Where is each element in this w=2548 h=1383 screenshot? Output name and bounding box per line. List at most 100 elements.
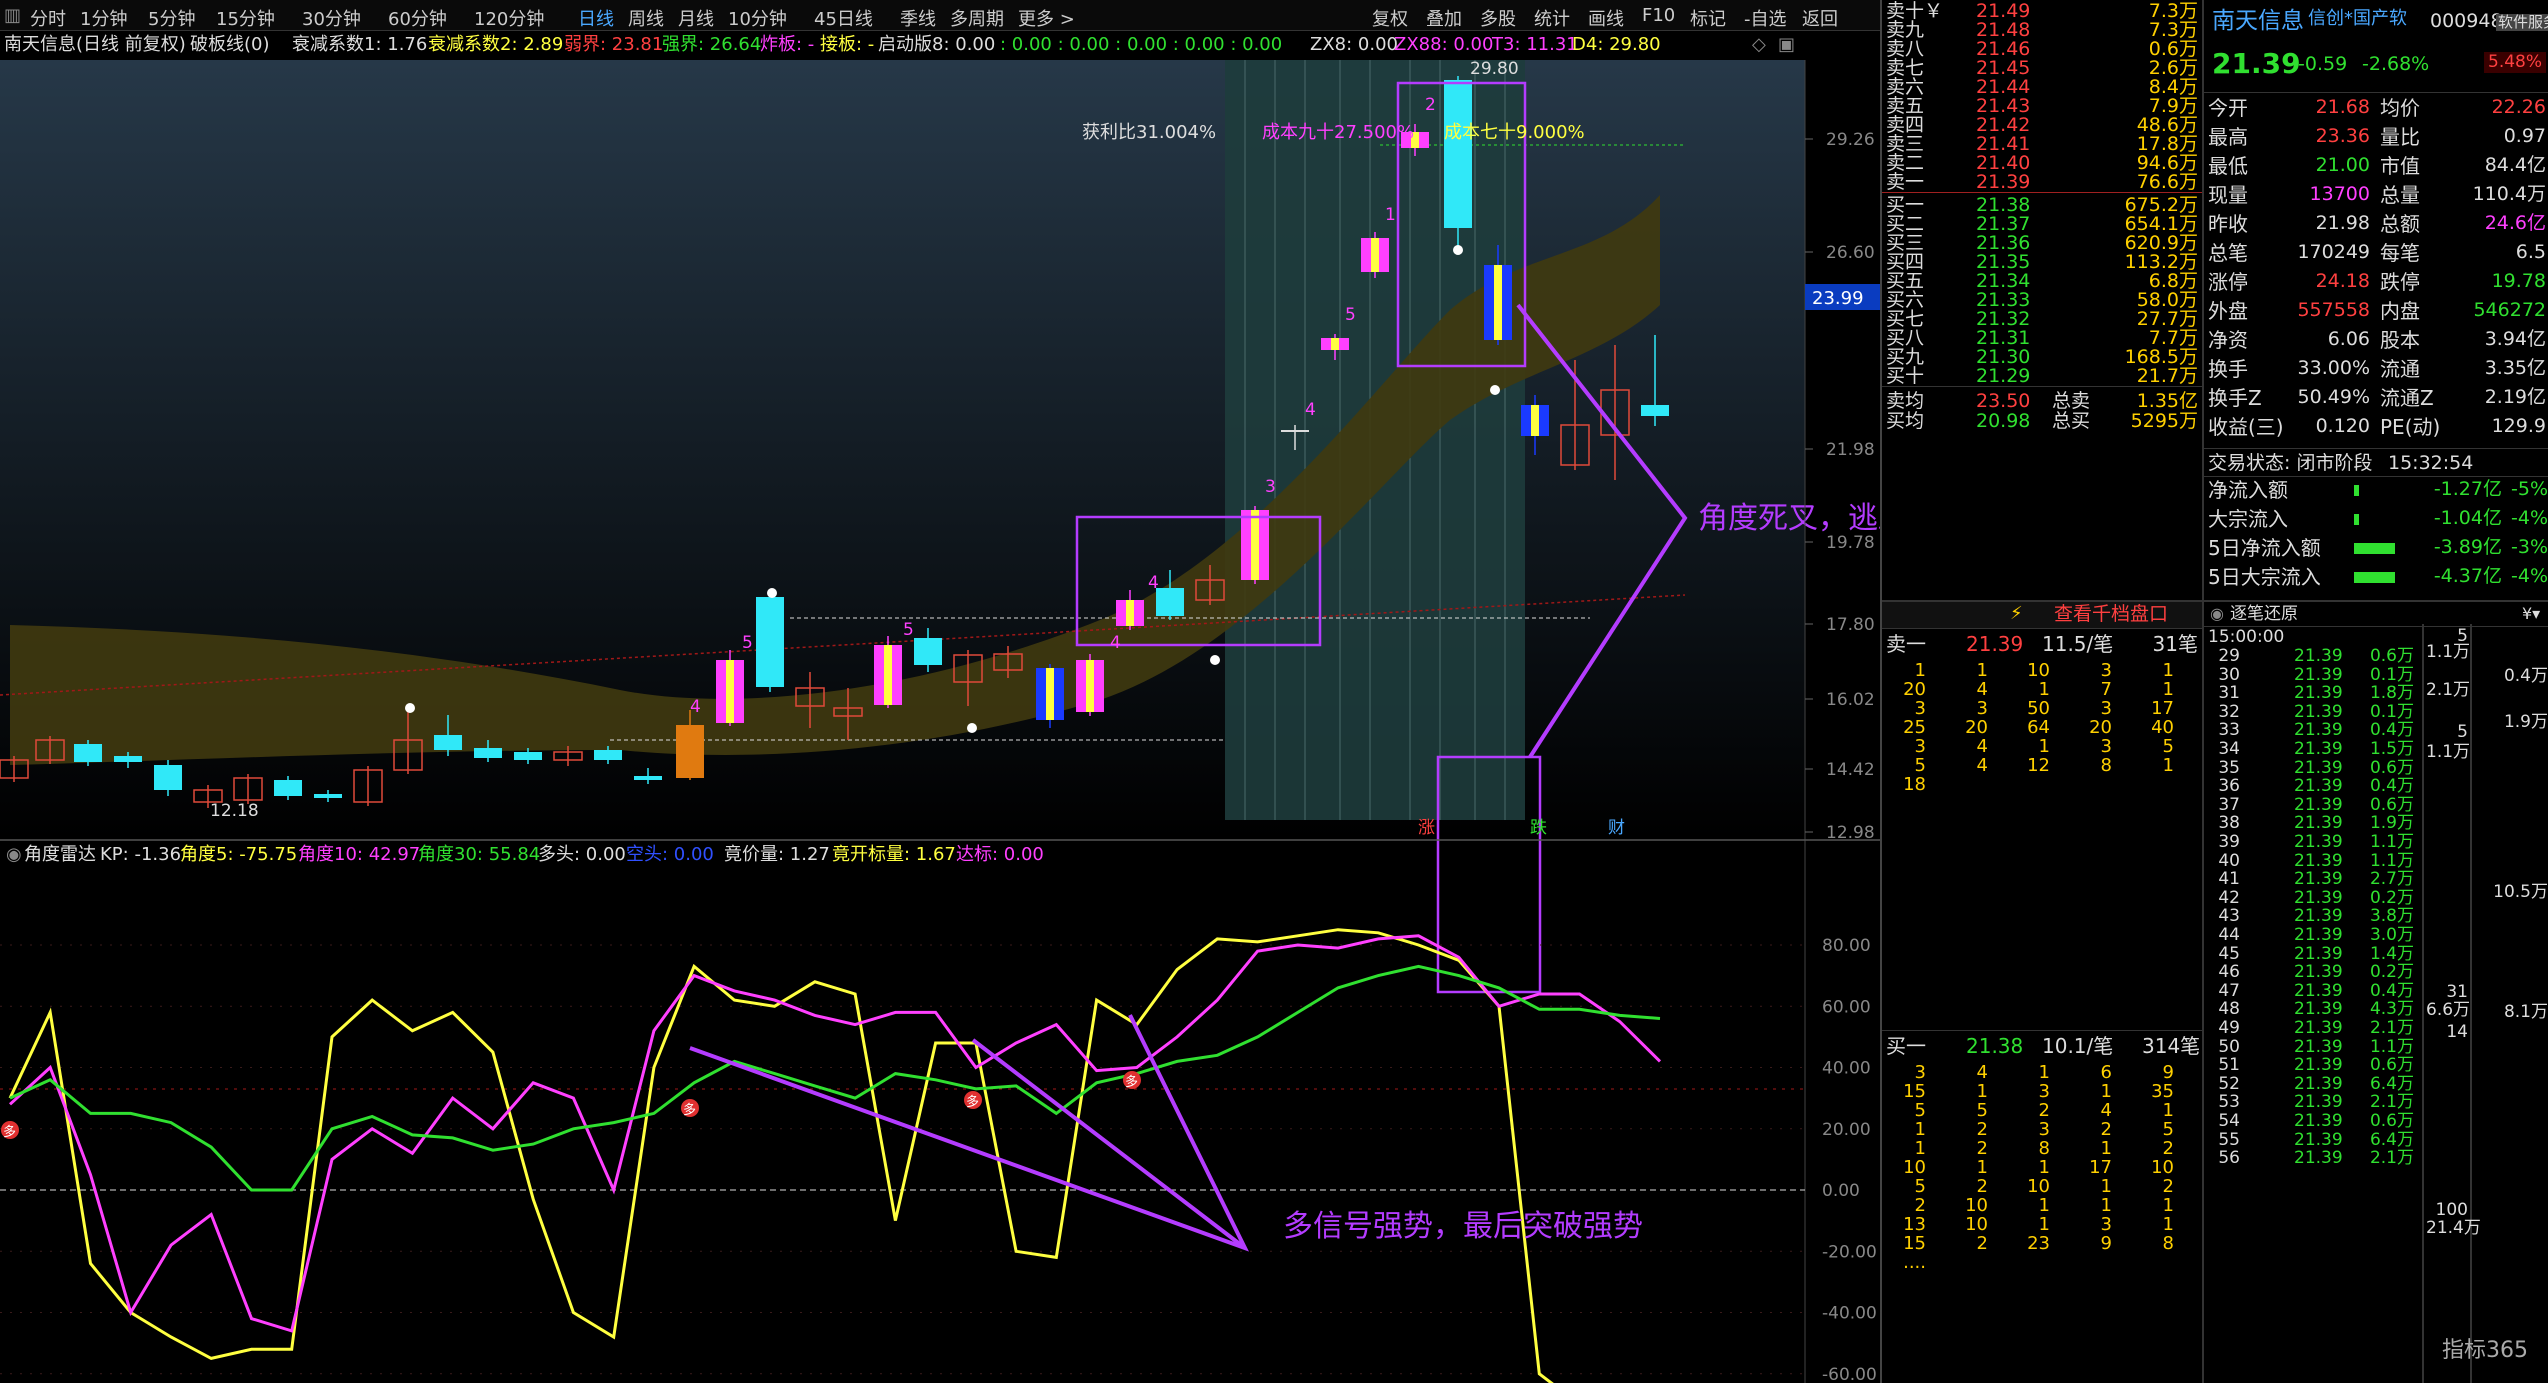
period-tab[interactable]: 5分钟 <box>148 5 195 31</box>
series-line <box>9 964 1661 1192</box>
tick-vol: 3.0万 <box>2369 925 2414 945</box>
queue-cell: 3 <box>1914 1062 1926 1083</box>
sub-chart-grid <box>0 944 1805 1375</box>
period-tab[interactable]: 15分钟 <box>216 5 275 31</box>
sub-indicator-name[interactable]: 角度雷达 <box>24 844 96 865</box>
side-vol: 6.6万 <box>2426 1000 2471 1020</box>
quote-value: 0.120 <box>2315 415 2370 437</box>
tick-vol: 1.9万 <box>2369 813 2414 834</box>
queue-cell: 1 <box>2100 1176 2112 1197</box>
toolbar-button[interactable]: 标记 <box>1690 5 1726 31</box>
queue-cell: 7 <box>2100 679 2112 700</box>
toolbar-button[interactable]: -自选 <box>1744 5 1787 31</box>
queue-cell: 15 <box>1903 1081 1926 1102</box>
empty-value: 空头: 0.00 <box>626 844 714 865</box>
queue-cell: 35 <box>2151 1081 2174 1102</box>
tick-second: 40 <box>2218 850 2240 871</box>
tick-vol: 2.1万 <box>2369 1092 2414 1113</box>
tick-second: 45 <box>2218 943 2240 964</box>
period-tab[interactable]: 45日线 <box>814 5 873 31</box>
queue-cell: 10 <box>1965 1195 1988 1216</box>
sell-level-vol: 76.6万 <box>2136 171 2198 193</box>
diamond-icon[interactable]: ◇ <box>1752 36 1766 54</box>
far-vol: 10.5万 <box>2493 882 2548 902</box>
quote-label: 最低 <box>2208 154 2248 178</box>
sell-level-price[interactable]: 21.39 <box>1976 173 2030 192</box>
queue-cell: 3 <box>2100 736 2112 757</box>
quote-label: 今开 <box>2208 96 2248 120</box>
tick-vol: 2.7万 <box>2369 869 2414 890</box>
period-tab[interactable]: 120分钟 <box>474 5 544 31</box>
period-tab[interactable]: 更多 > <box>1018 5 1075 31</box>
toolbar-button[interactable]: F10 <box>1642 5 1675 26</box>
queue-cell: 1 <box>2162 679 2174 700</box>
period-tab[interactable]: 月线 <box>678 5 714 31</box>
period-tab[interactable]: 日线 <box>578 5 614 31</box>
period-tab[interactable]: 周线 <box>628 5 664 31</box>
period-tab[interactable]: 1分钟 <box>80 5 127 31</box>
kline-chart[interactable]: 角度死叉，逃跑位置 获利比31.004% 成本九十27.500% 成本七十9.0… <box>0 60 1880 1383</box>
stock-quote: 南天信息 信创*国产软 000948 软件服务 21.39 -0.59 -2.6… <box>2204 0 2548 620</box>
flow-bar <box>2354 572 2395 583</box>
depth-bar[interactable]: ⚡ 查看千档盘口 <box>1882 602 2202 628</box>
period-tab[interactable]: 30分钟 <box>302 5 361 31</box>
event-tag[interactable]: 涨 <box>1418 818 1435 838</box>
sub-chart-axis: 80.00 60.00 40.00 20.00 0.00 -20.00 -40.00 -60.… <box>1822 936 1877 1383</box>
period-tab[interactable]: 多周期 <box>950 5 1004 31</box>
period-tab[interactable]: 分时 <box>30 5 66 31</box>
series-line <box>8 934 1662 1333</box>
queue-cell: 2 <box>1914 1195 1926 1216</box>
tick-settings-icon[interactable]: ¥▾ <box>2522 606 2540 622</box>
queue-cell: 10 <box>1903 1157 1926 1178</box>
window-icon[interactable]: ▣ <box>1778 36 1795 54</box>
queue-cell: 1 <box>2162 755 2174 776</box>
quote-value: 24.18 <box>2315 270 2370 292</box>
toolbar-button[interactable]: 统计 <box>1534 5 1570 31</box>
tick-vol: 0.1万 <box>2369 664 2414 685</box>
tick-price: 21.39 <box>2294 813 2343 834</box>
bomb-value: 炸板: - <box>760 34 815 55</box>
toolbar-button[interactable]: 返回 <box>1802 5 1838 31</box>
queue-cell: 1 <box>2162 1214 2174 1235</box>
buy1-queue: 买一 21.38 10.1/笔 314笔 3 4 1 6 9 15 1 3 1 35 5 5 2 4 1 1 2 3 2 5 1… <box>1882 1034 2202 1383</box>
period-tab[interactable]: 10分钟 <box>728 5 787 31</box>
tick-second: 32 <box>2218 701 2240 722</box>
indicator-name[interactable]: 破板线(0) <box>190 36 270 54</box>
stock-name: 南天信息 <box>2212 8 2304 34</box>
tick-price: 21.39 <box>2294 869 2343 890</box>
stock-tag[interactable]: 信创*国产软 <box>2308 10 2407 28</box>
tick-price: 21.39 <box>2294 1036 2343 1057</box>
buy-level-price[interactable]: 21.29 <box>1976 367 2030 386</box>
duo-marker: 多 <box>1123 1071 1141 1090</box>
far-vol: 0.4万 <box>2503 666 2548 686</box>
quote-label: 净资 <box>2208 328 2248 352</box>
collapse-icon[interactable]: ◉ <box>2210 606 2224 622</box>
tick-second: 55 <box>2218 1129 2240 1150</box>
period-tab[interactable]: 季线 <box>900 5 936 31</box>
price-change: -0.59 <box>2298 53 2348 75</box>
price-change-pct: -2.68% <box>2362 53 2430 75</box>
tick-second: 52 <box>2218 1073 2240 1094</box>
view-depth-link[interactable]: 查看千档盘口 <box>2054 605 2168 624</box>
menu-icon[interactable]: ▥ <box>4 5 21 26</box>
queue-cell: 5 <box>2162 1119 2174 1140</box>
duo-marker: 多 <box>1 1121 19 1140</box>
sector-label[interactable]: 软件服务 <box>2496 14 2548 31</box>
toolbar-button[interactable]: 叠加 <box>1426 5 1462 31</box>
event-tag[interactable]: 跌 <box>1530 818 1547 838</box>
quote-label: 外盘 <box>2208 299 2248 323</box>
sub-collapse-icon[interactable]: ◉ <box>6 844 22 865</box>
quote-value: 21.68 <box>2315 96 2370 118</box>
toolbar-button[interactable]: 多股 <box>1480 5 1516 31</box>
toolbar-button[interactable]: 画线 <box>1588 5 1624 31</box>
event-tag[interactable]: 财 <box>1608 818 1625 838</box>
period-tab[interactable]: 60分钟 <box>388 5 447 31</box>
signal-dot <box>405 703 415 713</box>
sell-level-label: 卖一 <box>1886 171 1925 193</box>
quote-value: 21.00 <box>2315 154 2370 176</box>
queue-cell: 1 <box>2100 1195 2112 1216</box>
quote-label: 跌停 <box>2380 270 2420 294</box>
tick-vol: 0.4万 <box>2369 720 2414 741</box>
toolbar-button[interactable]: 复权 <box>1372 5 1408 31</box>
quote-value: 6.5 <box>2515 241 2546 263</box>
